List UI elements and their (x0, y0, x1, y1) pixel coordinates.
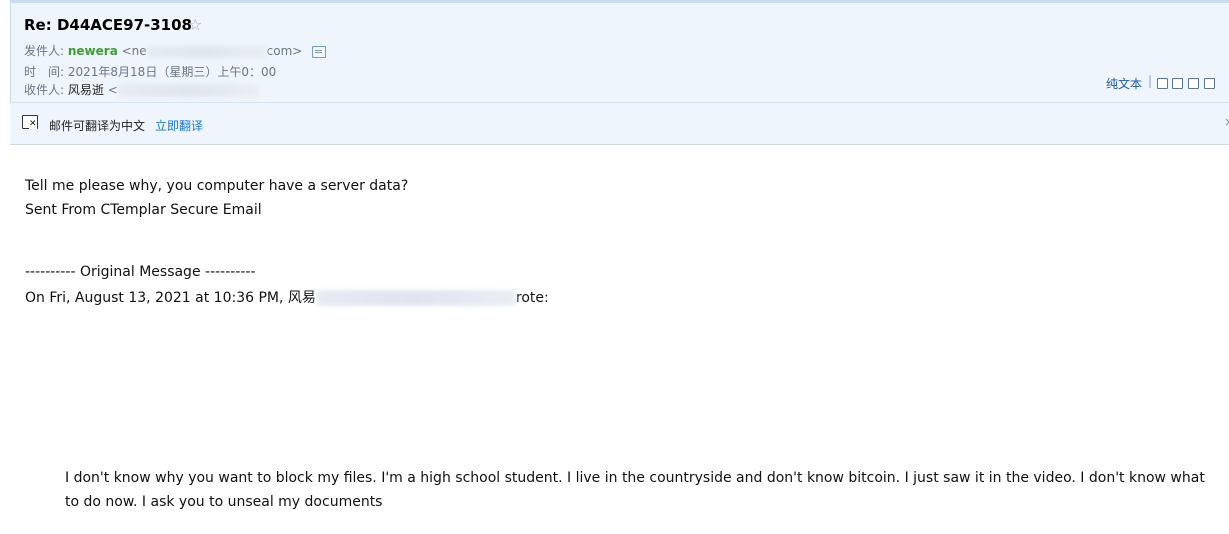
contact-card-icon[interactable] (312, 45, 327, 58)
new-window-icon[interactable] (1157, 78, 1168, 89)
email-subject: Re: D44ACE97-3108 (24, 16, 192, 34)
time-row: 时 间: 2021年8月18日（星期三）上午0：00 (24, 63, 276, 80)
print-icon[interactable] (1204, 78, 1215, 89)
close-translate-icon[interactable]: × (1224, 115, 1229, 129)
download-icon[interactable] (1188, 78, 1199, 89)
star-icon[interactable]: ☆ (188, 15, 202, 34)
translate-message: 邮件可翻译为中文 (49, 119, 146, 133)
quote-attribution-start: On Fri, August 13, 2021 at 10:36 PM, 风易 (25, 290, 316, 306)
time-value: 2021年8月18日（星期三）上午0：00 (67, 65, 277, 79)
from-row: 发件人: newera <ne com> (24, 42, 327, 59)
sender-address-end: com> (266, 44, 303, 58)
recipient-address-start: < (107, 83, 118, 97)
translate-bar: 邮件可翻译为中文 立即翻译 × (10, 103, 1229, 145)
quote-attribution: On Fri, August 13, 2021 at 10:36 PM, 风易 r… (25, 287, 549, 307)
translate-icon (22, 115, 38, 129)
body-line-1: Tell me please why, you computer have a … (25, 178, 409, 194)
plain-text-link[interactable]: 纯文本 (1106, 75, 1142, 92)
recipient-name[interactable]: 风易逝 (68, 83, 104, 97)
redacted-recipient-address (117, 84, 258, 97)
toolbar-separator: | (1148, 74, 1153, 88)
body-line-2: Sent From CTemplar Secure Email (25, 202, 262, 218)
redacted-quote-address (315, 290, 516, 306)
translate-now-link[interactable]: 立即翻译 (155, 117, 203, 134)
sender-address-start: <ne (121, 44, 147, 58)
quoted-message: I don't know why you want to block my fi… (65, 470, 1205, 510)
redacted-sender-address (146, 45, 267, 58)
sender-name[interactable]: newera (68, 44, 118, 58)
copy-icon[interactable] (1172, 78, 1183, 89)
email-header: Re: D44ACE97-3108 ☆ 发件人: newera <ne com> … (10, 3, 1229, 103)
from-label: 发件人: (24, 44, 65, 58)
quote-attribution-end: rote: (515, 290, 549, 306)
to-row: 收件人: 风易逝 < (24, 81, 258, 98)
to-label: 收件人: (24, 83, 65, 97)
original-message-header: ---------- Original Message ---------- (25, 264, 256, 280)
time-label: 时 间: (24, 65, 65, 79)
